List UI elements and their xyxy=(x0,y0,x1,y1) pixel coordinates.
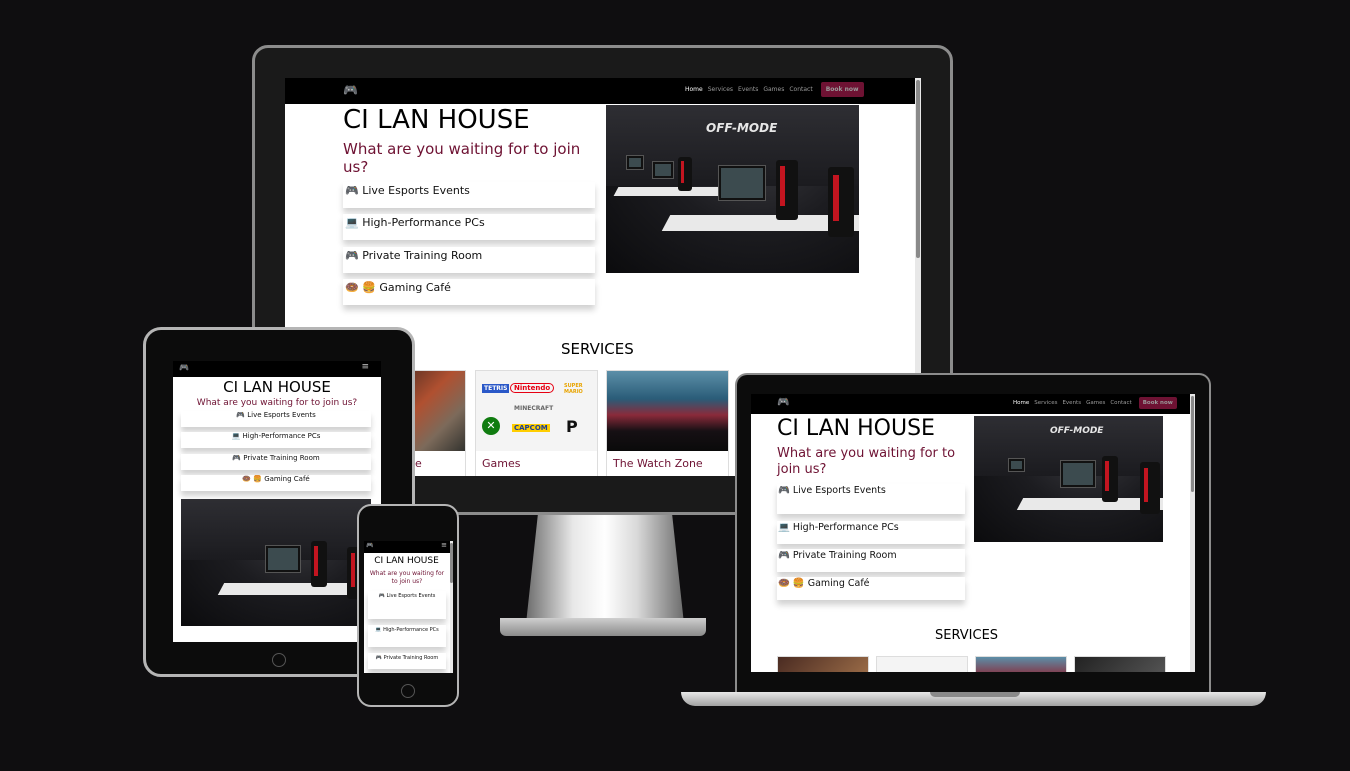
phone-feature-live-esports: 🎮 Live Esports Events xyxy=(368,591,446,619)
nav-links: Home Services Events Games Contact Book … xyxy=(685,82,864,97)
nintendo-logo: Nintendo xyxy=(510,383,555,393)
feature-high-performance-pcs: 💻 High-Performance PCs xyxy=(343,214,595,240)
laptop-scrollbar[interactable] xyxy=(1190,394,1195,672)
laptop-page-title: CI LAN HOUSE xyxy=(777,416,935,441)
service-card-games[interactable]: TETRIS Nintendo SUPER MARIO MINECRAFT ✕ … xyxy=(475,370,598,476)
feature-live-esports: 🎮 Live Esports Events xyxy=(343,182,595,208)
laptop-gamepad-logo-icon[interactable]: 🎮 xyxy=(777,397,789,408)
phone-tagline: What are you waiting for to join us? xyxy=(369,570,445,585)
tablet-navbar: 🎮 ≡ xyxy=(173,361,381,377)
tagline: What are you waiting for to join us? xyxy=(343,140,581,176)
laptop-notch xyxy=(930,692,1020,697)
book-now-button[interactable]: Book now xyxy=(820,82,864,97)
laptop-service-card-2[interactable] xyxy=(876,656,968,672)
nav-services[interactable]: Services xyxy=(708,86,733,93)
computer-icon: 💻 xyxy=(345,216,359,229)
phone-feature-high-performance-pcs: 💻 High-Performance PCs xyxy=(368,625,446,647)
phone-home-button xyxy=(401,684,415,698)
tablet-page-title: CI LAN HOUSE xyxy=(223,378,331,396)
tablet-screen: 🎮 ≡ CI LAN HOUSE What are you waiting fo… xyxy=(173,361,381,642)
esports-icon: 🎮 xyxy=(345,184,359,197)
capcom-logo: CAPCOM xyxy=(512,424,550,432)
tablet-gaming-room-photo xyxy=(181,499,371,626)
laptop-feature-live-esports: 🎮 Live Esports Events xyxy=(777,484,965,514)
phone-hamburger-menu-icon[interactable]: ≡ xyxy=(441,541,447,549)
phone-gamepad-logo-icon[interactable]: 🎮 xyxy=(366,542,373,549)
phone-feature-private-training-room: 🎮 Private Training Room xyxy=(368,653,446,669)
card-label-watch-zone: The Watch Zone xyxy=(613,457,703,470)
tetris-logo: TETRIS xyxy=(482,384,510,393)
gamepad-icon: 🎮 xyxy=(345,249,359,262)
laptop-navbar: 🎮 Home Services Events Games Contact Boo… xyxy=(751,394,1195,414)
phone-page-title: CI LAN HOUSE xyxy=(374,556,439,566)
laptop-service-card-1[interactable] xyxy=(777,656,869,672)
nav-games[interactable]: Games xyxy=(763,86,784,93)
laptop-feature-private-training-room: 🎮 Private Training Room xyxy=(777,549,965,572)
tablet-home-button xyxy=(272,653,286,667)
laptop-tagline: What are you waiting for to join us? xyxy=(777,446,956,477)
minecraft-logo: MINECRAFT xyxy=(514,405,554,412)
tablet-gamepad-logo-icon[interactable]: 🎮 xyxy=(179,363,189,372)
laptop-nav-links: Home Services Events Games Contact Book … xyxy=(1013,397,1177,409)
laptop-service-card-3[interactable] xyxy=(975,656,1067,672)
phone-screen: 🎮 ≡ CI LAN HOUSE What are you waiting fo… xyxy=(364,541,453,673)
gamepad-logo-icon[interactable]: 🎮 xyxy=(343,83,358,97)
xbox-logo: ✕ xyxy=(482,417,500,435)
laptop-service-card-4[interactable] xyxy=(1074,656,1166,672)
services-heading: SERVICES xyxy=(561,340,634,358)
laptop-gaming-room-photo: OFF-MODE xyxy=(974,416,1163,542)
super-mario-logo: SUPER MARIO xyxy=(564,383,583,395)
laptop-screen: 🎮 Home Services Events Games Contact Boo… xyxy=(751,394,1195,672)
nav-contact[interactable]: Contact xyxy=(789,86,812,93)
navbar: 🎮 Home Services Events Games Contact Boo… xyxy=(285,78,921,104)
photo-sign: OFF-MODE xyxy=(706,121,778,135)
tablet-tagline: What are you waiting for to join us? xyxy=(196,398,358,408)
phone-navbar: 🎮 ≡ xyxy=(364,541,453,553)
nav-events[interactable]: Events xyxy=(738,86,758,93)
card-label-partial: e xyxy=(415,457,422,470)
food-icon: 🍩 🍔 xyxy=(345,281,376,294)
laptop-book-now-button[interactable]: Book now xyxy=(1138,397,1177,409)
feature-gaming-cafe: 🍩 🍔 Gaming Café xyxy=(343,279,595,305)
service-card-watch-zone[interactable]: The Watch Zone xyxy=(606,370,729,476)
monitor-foot xyxy=(500,618,706,636)
laptop-feature-gaming-cafe: 🍩 🍔 Gaming Café xyxy=(777,577,965,600)
tablet-feature-private-training-room: 🎮 Private Training Room xyxy=(181,454,371,470)
hamburger-menu-icon[interactable]: ≡ xyxy=(361,362,369,372)
card-label-games: Games xyxy=(482,457,521,470)
tablet-feature-live-esports: 🎮 Live Esports Events xyxy=(181,411,371,427)
gaming-room-photo: OFF-MODE xyxy=(606,105,859,273)
nav-home[interactable]: Home xyxy=(685,86,703,93)
tablet-feature-high-performance-pcs: 💻 High-Performance PCs xyxy=(181,432,371,448)
laptop-services-heading: SERVICES xyxy=(935,628,999,643)
monitor-neck xyxy=(525,515,685,633)
page-title: CI LAN HOUSE xyxy=(343,105,530,135)
tablet-feature-gaming-cafe: 🍩 🍔 Gaming Café xyxy=(181,475,371,491)
phone-scrollbar[interactable] xyxy=(450,541,453,673)
playstation-logo: P xyxy=(566,417,578,436)
feature-private-training-room: 🎮 Private Training Room xyxy=(343,247,595,273)
laptop-feature-high-performance-pcs: 💻 High-Performance PCs xyxy=(777,521,965,544)
